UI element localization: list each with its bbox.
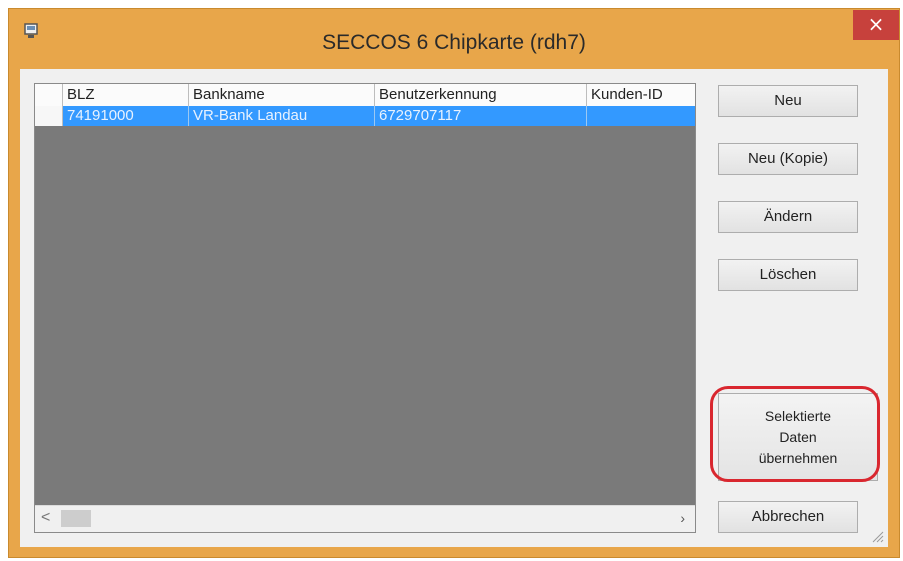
cancel-button[interactable]: Abbrechen bbox=[718, 501, 858, 533]
table-row[interactable]: 74191000 VR-Bank Landau 6729707117 bbox=[35, 106, 695, 126]
header-marker bbox=[35, 84, 63, 106]
scroll-right-icon[interactable]: › bbox=[680, 510, 685, 526]
cell-benutzerkennung: 6729707117 bbox=[375, 106, 587, 126]
column-header-kunden-id[interactable]: Kunden-ID bbox=[587, 84, 695, 106]
list-header: BLZ Bankname Benutzerkennung Kunden-ID bbox=[35, 84, 695, 107]
new-button[interactable]: Neu bbox=[718, 85, 858, 117]
dialog-content: BLZ Bankname Benutzerkennung Kunden-ID 7… bbox=[20, 69, 888, 547]
window-title: SECCOS 6 Chipkarte (rdh7) bbox=[322, 31, 586, 54]
column-header-blz[interactable]: BLZ bbox=[63, 84, 189, 106]
horizontal-scrollbar[interactable]: < › bbox=[35, 505, 695, 532]
column-header-benutzerkennung[interactable]: Benutzerkennung bbox=[375, 84, 587, 106]
resize-grip-icon[interactable] bbox=[870, 529, 884, 543]
delete-button[interactable]: Löschen bbox=[718, 259, 858, 291]
change-button[interactable]: Ändern bbox=[718, 201, 858, 233]
cell-bankname: VR-Bank Landau bbox=[189, 106, 375, 126]
new-copy-button[interactable]: Neu (Kopie) bbox=[718, 143, 858, 175]
highlight-annotation bbox=[710, 386, 880, 482]
column-header-bankname[interactable]: Bankname bbox=[189, 84, 375, 106]
close-icon[interactable]: × bbox=[853, 10, 899, 40]
cell-kunden-id bbox=[587, 106, 695, 126]
row-marker bbox=[35, 106, 63, 126]
bank-list[interactable]: BLZ Bankname Benutzerkennung Kunden-ID 7… bbox=[34, 83, 696, 533]
scroll-left-icon[interactable]: < bbox=[41, 509, 50, 527]
dialog-window: SECCOS 6 Chipkarte (rdh7) × BLZ Bankname… bbox=[8, 8, 900, 558]
scroll-thumb[interactable] bbox=[61, 510, 91, 527]
title-bar[interactable]: SECCOS 6 Chipkarte (rdh7) × bbox=[9, 9, 899, 61]
cell-blz: 74191000 bbox=[63, 106, 189, 126]
